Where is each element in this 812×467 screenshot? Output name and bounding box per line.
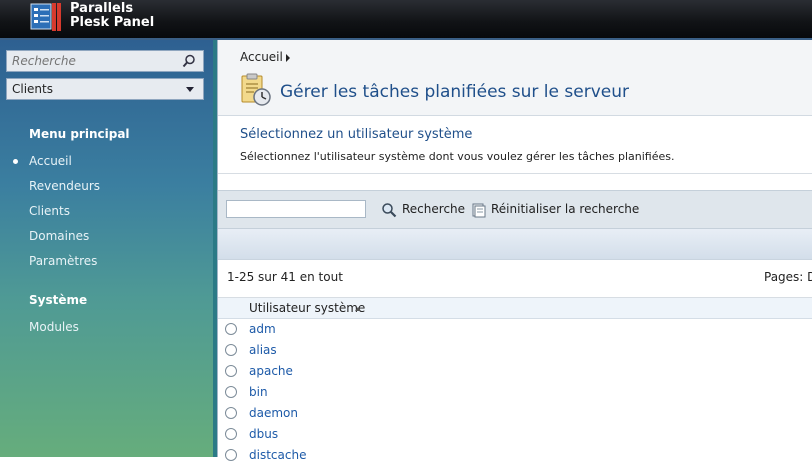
row-radio[interactable] [225, 365, 237, 377]
plesk-logo-icon [30, 3, 61, 31]
nav-item-revendeurs[interactable]: Revendeurs [29, 179, 100, 193]
title-area: Accueil Gérer les tâches planifiées sur … [218, 40, 812, 116]
sidebar-search [6, 50, 204, 72]
breadcrumb-accueil[interactable]: Accueil [240, 50, 283, 64]
search-icon[interactable] [182, 54, 196, 68]
nav-item-clients[interactable]: Clients [29, 204, 70, 218]
result-count: 1-25 sur 41 en tout [227, 270, 343, 284]
table-row: daemon [218, 404, 812, 425]
reset-search-label: Réinitialiser la recherche [491, 202, 640, 216]
nav-item-accueil[interactable]: Accueil [29, 154, 72, 168]
row-radio[interactable] [225, 407, 237, 419]
brand-line-2: Plesk Panel [70, 15, 155, 30]
section-description: Sélectionnez l'utilisateur système dont … [240, 150, 675, 163]
sidebar-search-input[interactable] [7, 51, 180, 71]
nav-item-domaines[interactable]: Domaines [29, 229, 89, 243]
toolbar-band [218, 229, 812, 260]
system-user-link[interactable]: alias [249, 343, 277, 357]
row-radio[interactable] [225, 428, 237, 440]
nav-heading-systeme: Système [29, 293, 88, 307]
filter-search-input[interactable] [226, 200, 366, 218]
table-row: alias [218, 341, 812, 362]
pagination-label[interactable]: Pages: Dé [764, 270, 812, 284]
brand-name: Parallels Plesk Panel [70, 2, 154, 30]
table-header: Utilisateur système [218, 298, 812, 319]
row-radio[interactable] [225, 323, 237, 335]
section-title: Sélectionnez un utilisateur système [240, 127, 473, 142]
search-scope-value: Clients [12, 82, 53, 96]
active-bullet-icon [13, 159, 18, 164]
search-icon [382, 203, 397, 218]
page-title: Gérer les tâches planifiées sur le serve… [280, 82, 629, 102]
system-user-link[interactable]: bin [249, 385, 268, 399]
table-row: apache [218, 362, 812, 383]
reset-search-icon [472, 203, 486, 218]
row-radio[interactable] [225, 344, 237, 356]
system-user-link[interactable]: apache [249, 364, 293, 378]
system-user-link[interactable]: adm [249, 322, 276, 336]
sidebar: Clients Menu principal Accueil Revendeur… [0, 40, 217, 457]
table-row: dbus [218, 425, 812, 446]
breadcrumb-arrow-icon [286, 54, 290, 62]
divider [218, 173, 812, 174]
sort-ascending-icon[interactable] [355, 307, 361, 311]
top-header: Parallels Plesk Panel [0, 0, 812, 40]
nav-item-modules[interactable]: Modules [29, 320, 79, 334]
scheduled-tasks-icon [241, 73, 271, 106]
main-content: Accueil Gérer les tâches planifiées sur … [217, 40, 812, 462]
brand-line-1: Parallels [70, 1, 134, 16]
search-scope-select[interactable]: Clients [6, 78, 204, 100]
row-radio[interactable] [225, 386, 237, 398]
row-radio[interactable] [225, 449, 237, 461]
system-user-link[interactable]: distcache [249, 448, 306, 462]
table-row: adm [218, 320, 812, 341]
system-user-link[interactable]: dbus [249, 427, 278, 441]
column-header-system-user[interactable]: Utilisateur système [249, 301, 365, 315]
filter-bar: Recherche Réinitialiser la recherche [218, 190, 812, 229]
filter-search-label: Recherche [402, 202, 466, 216]
nav-heading-main-menu: Menu principal [29, 127, 130, 141]
table-row: bin [218, 383, 812, 404]
chevron-down-icon [186, 87, 194, 92]
system-user-link[interactable]: daemon [249, 406, 298, 420]
nav-item-parametres[interactable]: Paramètres [29, 254, 97, 268]
